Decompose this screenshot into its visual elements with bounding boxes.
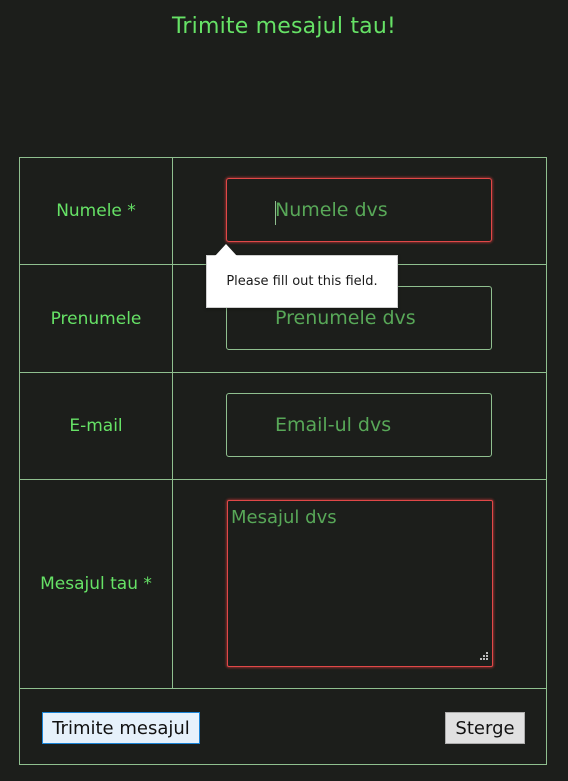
prenume-label: Prenumele (50, 308, 142, 329)
mesaj-label: Mesajul tau * (40, 574, 152, 594)
validation-tooltip-arrow (215, 244, 237, 256)
page-title: Trimite mesajul tau! (172, 14, 396, 39)
form-row-mesaj: Mesajul tau * (20, 480, 546, 689)
form-row-email: E-mail (20, 373, 546, 480)
validation-tooltip: Please fill out this field. (206, 255, 398, 308)
contact-form: Numele * Prenumele E-mail Mesajul tau * (19, 157, 547, 765)
form-row-actions: Trimite mesajul Sterge (20, 689, 546, 764)
submit-button[interactable]: Trimite mesajul (42, 712, 200, 744)
resize-grip-icon[interactable] (478, 652, 488, 662)
reset-button[interactable]: Sterge (445, 712, 525, 744)
contact-page: Trimite mesajul tau! Numele * Prenumele … (0, 0, 568, 781)
nume-input[interactable] (226, 178, 492, 242)
form-row-nume: Numele * (20, 158, 546, 265)
email-label: E-mail (69, 416, 123, 436)
nume-label: Numele * (56, 201, 136, 221)
email-input[interactable] (226, 393, 492, 457)
mesaj-textarea[interactable] (227, 500, 493, 667)
text-caret (275, 201, 276, 225)
